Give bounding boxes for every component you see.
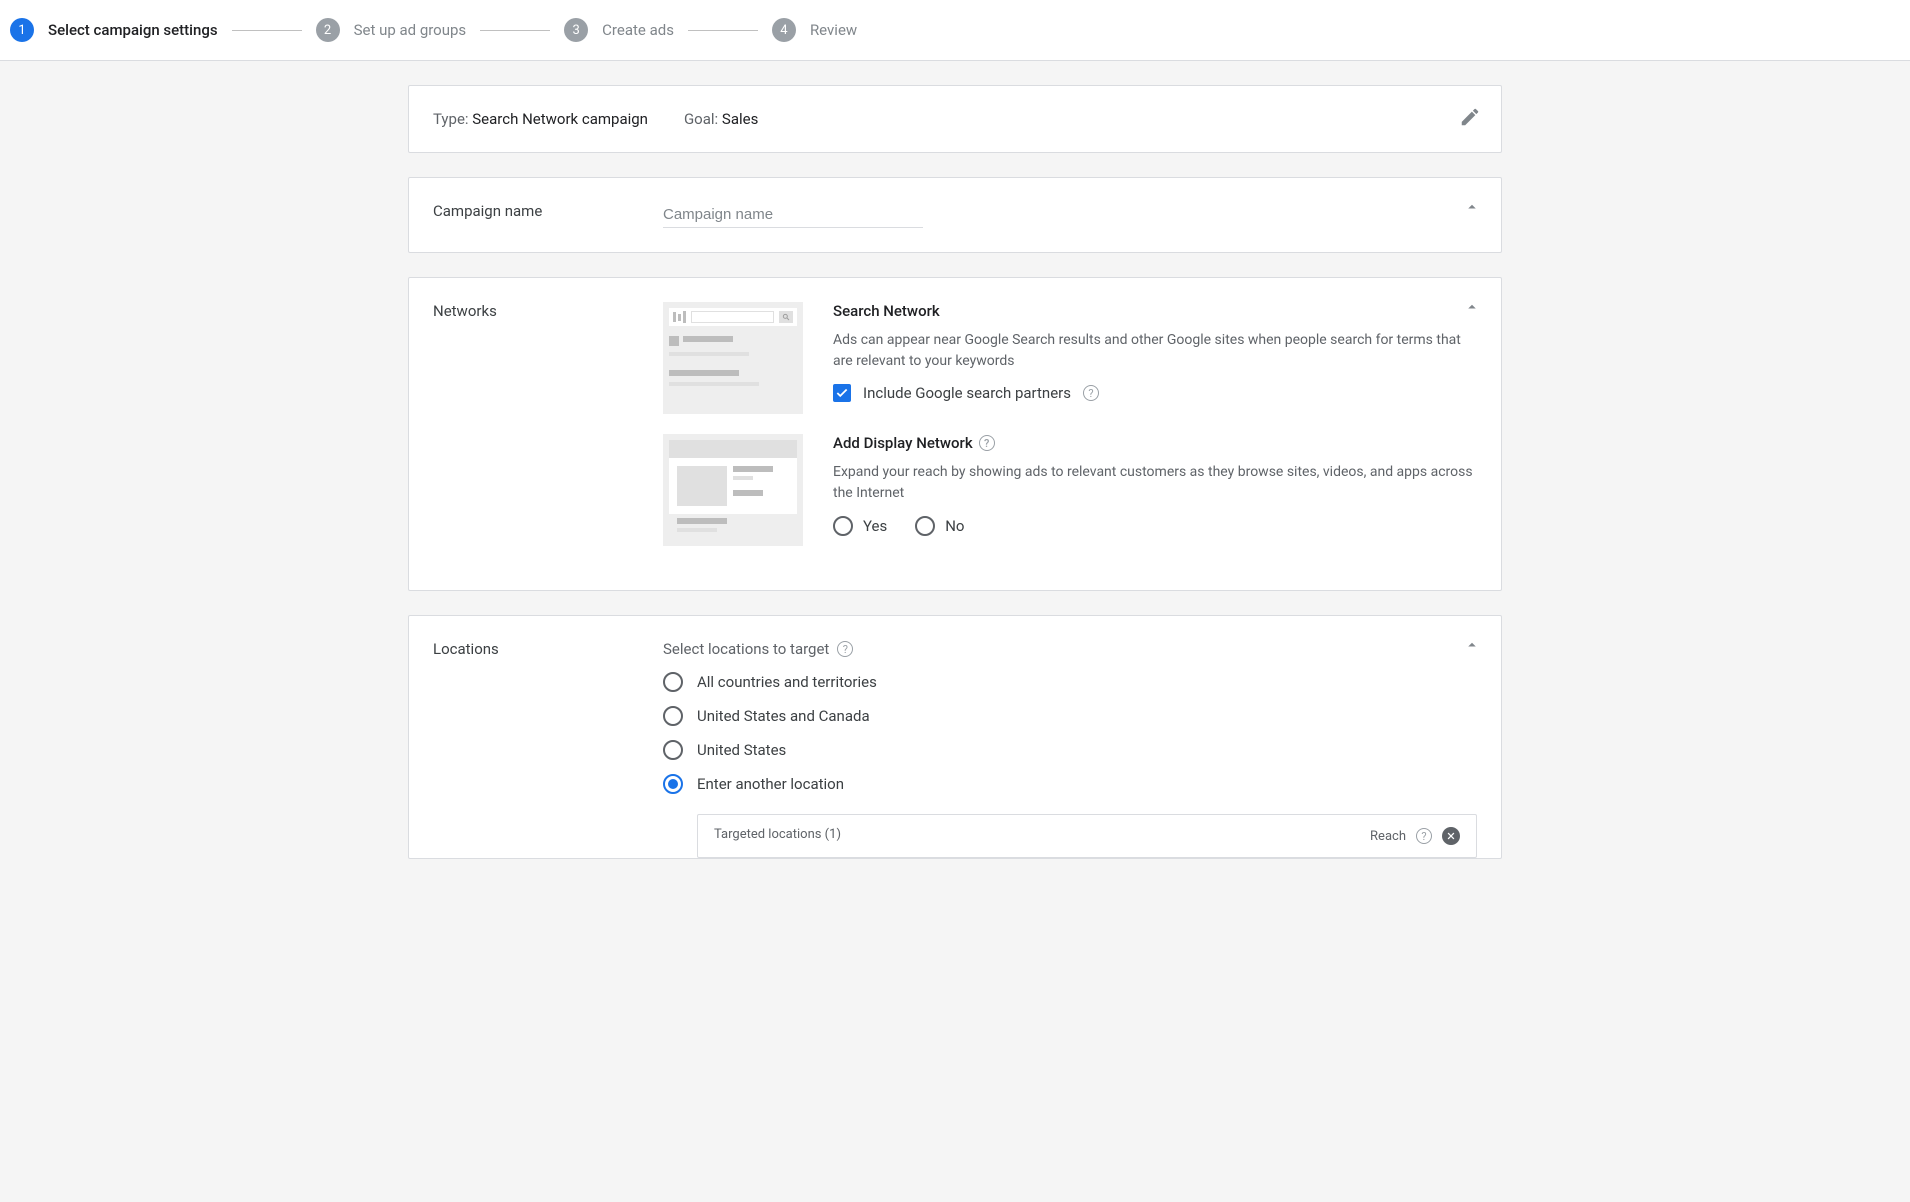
locations-header: Select locations to target (663, 640, 829, 658)
collapse-icon[interactable] (1463, 636, 1481, 658)
type-label: Type: Search Network campaign (433, 110, 648, 128)
goal-label: Goal: Sales (684, 110, 758, 128)
help-icon[interactable]: ? (837, 641, 853, 657)
close-icon[interactable] (1442, 827, 1460, 845)
help-icon[interactable]: ? (979, 435, 995, 451)
campaign-name-card: Campaign name (408, 177, 1502, 253)
step-2-circle: 2 (316, 18, 340, 42)
step-4-circle: 4 (772, 18, 796, 42)
radio-icon (663, 672, 683, 692)
location-option-us-canada[interactable]: United States and Canada (663, 706, 1477, 726)
radio-icon (663, 706, 683, 726)
search-partners-label: Include Google search partners (863, 384, 1071, 402)
step-1-circle: 1 (10, 18, 34, 42)
step-divider (688, 30, 758, 31)
display-network-title: Add Display Network ? (833, 434, 1477, 452)
radio-icon (833, 516, 853, 536)
display-yes-radio[interactable]: Yes (833, 516, 887, 536)
display-network-title-text: Add Display Network (833, 434, 973, 452)
step-4-label: Review (810, 21, 857, 39)
location-option-us[interactable]: United States (663, 740, 1477, 760)
type-goal-card: Type: Search Network campaign Goal: Sale… (408, 85, 1502, 153)
help-icon[interactable]: ? (1416, 828, 1432, 844)
help-icon[interactable]: ? (1083, 385, 1099, 401)
stepper: 1 Select campaign settings 2 Set up ad g… (0, 0, 1910, 61)
display-network-row: Add Display Network ? Expand your reach … (663, 434, 1477, 546)
edit-icon[interactable] (1459, 106, 1481, 132)
content: Type: Search Network campaign Goal: Sale… (400, 85, 1510, 859)
step-3-circle: 3 (564, 18, 588, 42)
display-yes-label: Yes (863, 517, 887, 535)
type-value: Search Network campaign (472, 110, 648, 128)
step-divider (232, 30, 302, 31)
campaign-name-label: Campaign name (433, 202, 663, 220)
campaign-name-input[interactable] (663, 202, 923, 228)
collapse-icon[interactable] (1463, 298, 1481, 320)
step-2-label: Set up ad groups (354, 21, 467, 39)
reach-label: Reach (1370, 829, 1406, 844)
display-no-label: No (945, 517, 964, 535)
search-partners-checkbox[interactable] (833, 384, 851, 402)
location-option-another[interactable]: Enter another location (663, 774, 1477, 794)
display-network-desc: Expand your reach by showing ads to rele… (833, 462, 1477, 504)
type-key: Type: (433, 110, 469, 128)
locations-card: Locations Select locations to target ? A… (408, 615, 1502, 859)
location-option-label: Enter another location (697, 775, 844, 793)
step-3[interactable]: 3 Create ads (564, 18, 674, 42)
location-option-label: All countries and territories (697, 673, 877, 691)
display-network-thumb (663, 434, 803, 546)
networks-label: Networks (433, 302, 663, 320)
locations-label: Locations (433, 640, 663, 658)
step-4[interactable]: 4 Review (772, 18, 857, 42)
radio-icon (915, 516, 935, 536)
step-1-label: Select campaign settings (48, 21, 218, 39)
step-3-label: Create ads (602, 21, 674, 39)
location-option-label: United States and Canada (697, 707, 870, 725)
search-network-thumb (663, 302, 803, 414)
collapse-icon[interactable] (1463, 198, 1481, 220)
goal-key: Goal: (684, 110, 718, 128)
targeted-locations-header: Targeted locations (1) (714, 827, 841, 845)
search-network-desc: Ads can appear near Google Search result… (833, 330, 1477, 372)
search-network-row: Search Network Ads can appear near Googl… (663, 302, 1477, 414)
step-2[interactable]: 2 Set up ad groups (316, 18, 467, 42)
goal-value: Sales (722, 110, 758, 128)
step-divider (480, 30, 550, 31)
search-network-title: Search Network (833, 302, 1477, 320)
networks-card: Networks (408, 277, 1502, 591)
targeted-locations-box: Targeted locations (1) Reach ? (697, 814, 1477, 858)
radio-icon (663, 740, 683, 760)
step-1[interactable]: 1 Select campaign settings (10, 18, 218, 42)
location-option-all[interactable]: All countries and territories (663, 672, 1477, 692)
display-no-radio[interactable]: No (915, 516, 964, 536)
radio-icon (663, 774, 683, 794)
location-option-label: United States (697, 741, 786, 759)
